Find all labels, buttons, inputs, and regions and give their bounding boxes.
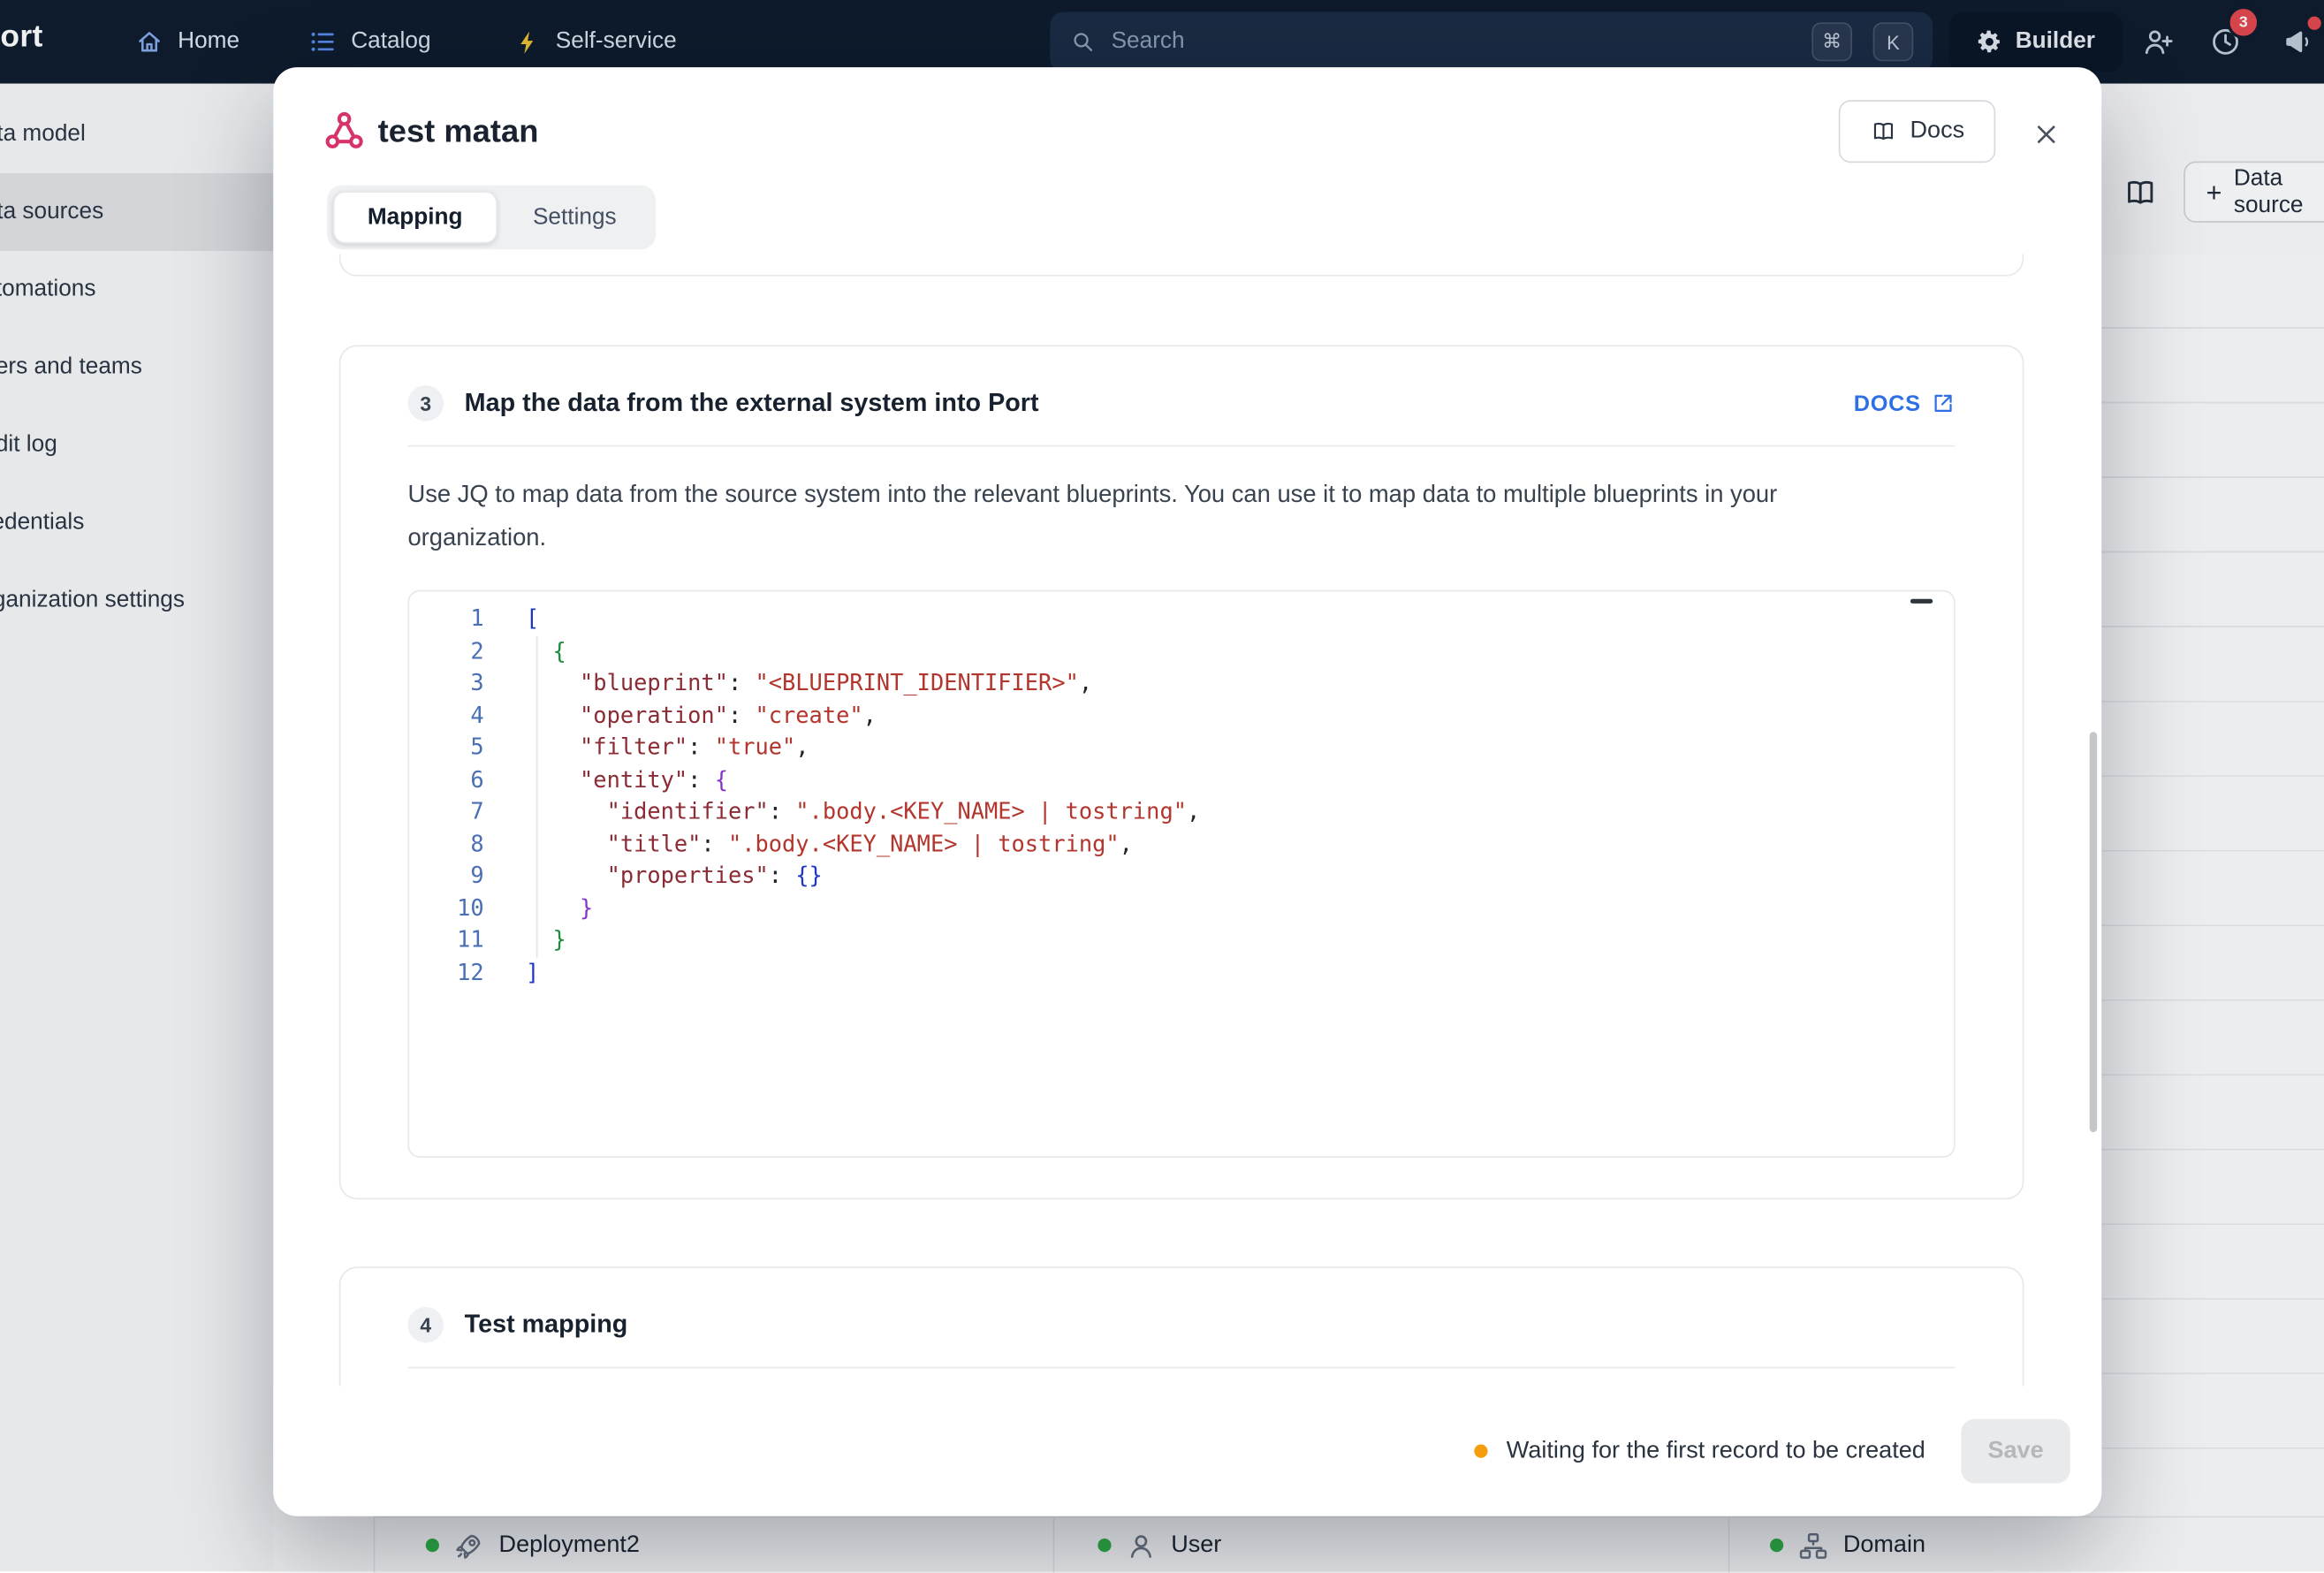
code-text: "filter": "true", bbox=[502, 732, 809, 764]
line-number: 4 bbox=[409, 700, 502, 732]
code-text: ] bbox=[502, 957, 539, 989]
code-text: "properties": {} bbox=[502, 861, 823, 893]
section-description: Use JQ to map data from the source syste… bbox=[407, 474, 1909, 560]
previous-section-card-edge bbox=[339, 254, 2024, 276]
section-heading: Map the data from the external system in… bbox=[465, 388, 1039, 418]
tab-mapping[interactable]: Mapping bbox=[333, 191, 497, 243]
line-number: 2 bbox=[409, 635, 502, 667]
mapping-section-card: 3 Map the data from the external system … bbox=[339, 345, 2024, 1199]
docs-link-label: DOCS bbox=[1854, 391, 1921, 416]
code-line: 8 "title": ".body.<KEY_NAME> | tostring"… bbox=[409, 828, 1954, 860]
code-line: 12] bbox=[409, 957, 1954, 989]
code-text: "identifier": ".body.<KEY_NAME> | tostri… bbox=[502, 796, 1200, 828]
code-line: 11 } bbox=[409, 924, 1954, 956]
code-text: } bbox=[502, 924, 566, 956]
code-line: 6 "entity": { bbox=[409, 764, 1954, 796]
code-text: "blueprint": "<BLUEPRINT_IDENTIFIER>", bbox=[502, 668, 1092, 700]
modal-content: 3 Map the data from the external system … bbox=[273, 254, 2101, 1386]
section-divider bbox=[407, 1367, 1955, 1369]
indent-guide bbox=[536, 636, 538, 957]
jq-mapping-editor[interactable]: 1[2 {3 "blueprint": "<BLUEPRINT_IDENTIFI… bbox=[407, 590, 1955, 1158]
section-heading: Test mapping bbox=[465, 1310, 628, 1340]
docs-link[interactable]: DOCS bbox=[1854, 391, 1956, 416]
line-number: 10 bbox=[409, 893, 502, 924]
step-number-badge: 3 bbox=[407, 385, 444, 422]
modal-tabs: Mapping Settings bbox=[327, 186, 655, 250]
line-number: 12 bbox=[409, 957, 502, 989]
code-line: 5 "filter": "true", bbox=[409, 732, 1954, 764]
status-text: Waiting for the first record to be creat… bbox=[1507, 1438, 1925, 1464]
code-editor-lines: 1[2 {3 "blueprint": "<BLUEPRINT_IDENTIFI… bbox=[409, 591, 1954, 989]
section-divider bbox=[407, 445, 1955, 447]
docs-button-label: Docs bbox=[1910, 118, 1964, 145]
line-number: 3 bbox=[409, 668, 502, 700]
code-line: 10 } bbox=[409, 893, 1954, 924]
external-link-icon bbox=[1932, 391, 1956, 415]
line-number: 6 bbox=[409, 764, 502, 796]
code-line: 9 "properties": {} bbox=[409, 861, 1954, 893]
webhook-icon bbox=[323, 109, 366, 152]
step-number-badge: 4 bbox=[407, 1307, 444, 1343]
tab-settings[interactable]: Settings bbox=[500, 191, 649, 243]
code-text: "title": ".body.<KEY_NAME> | tostring", bbox=[502, 828, 1133, 860]
code-line: 2 { bbox=[409, 635, 1954, 667]
close-button[interactable] bbox=[2027, 115, 2066, 154]
test-mapping-section-card: 4 Test mapping bbox=[339, 1266, 2024, 1386]
modal-footer: Waiting for the first record to be creat… bbox=[273, 1387, 2101, 1516]
status-dot bbox=[1474, 1445, 1487, 1458]
code-text: [ bbox=[502, 604, 539, 635]
line-number: 5 bbox=[409, 732, 502, 764]
save-button[interactable]: Save bbox=[1961, 1419, 2070, 1484]
line-number: 1 bbox=[409, 604, 502, 635]
line-number: 11 bbox=[409, 924, 502, 956]
line-number: 8 bbox=[409, 828, 502, 860]
code-line: 1[ bbox=[409, 604, 1954, 635]
app-stage: Port Home Catalog Self-service Search ⌘ … bbox=[0, 0, 2324, 1571]
book-icon bbox=[1870, 118, 1896, 145]
modal-title: test matan bbox=[378, 113, 539, 150]
code-text: { bbox=[502, 635, 566, 667]
line-number: 7 bbox=[409, 796, 502, 828]
code-line: 4 "operation": "create", bbox=[409, 700, 1954, 732]
data-source-modal: test matan Docs Mapping Settings 3 Map t… bbox=[273, 67, 2101, 1516]
code-text: "operation": "create", bbox=[502, 700, 877, 732]
code-line: 7 "identifier": ".body.<KEY_NAME> | tost… bbox=[409, 796, 1954, 828]
code-line: 3 "blueprint": "<BLUEPRINT_IDENTIFIER>", bbox=[409, 668, 1954, 700]
close-icon bbox=[2032, 119, 2062, 149]
editor-scrollbar[interactable] bbox=[1910, 599, 1933, 604]
line-number: 9 bbox=[409, 861, 502, 893]
docs-button[interactable]: Docs bbox=[1839, 100, 1995, 163]
code-text: } bbox=[502, 893, 593, 924]
modal-scrollbar[interactable] bbox=[2090, 732, 2097, 1132]
